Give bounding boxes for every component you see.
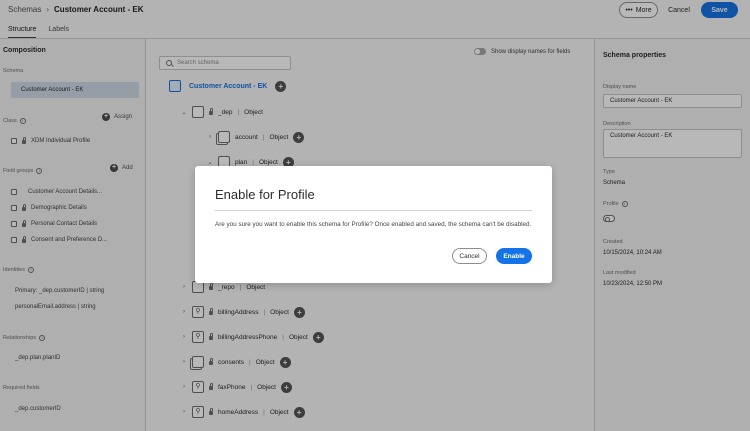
dialog-cancel-button[interactable]: Cancel xyxy=(452,248,487,264)
dialog-message: Are you sure you want to enable this sch… xyxy=(215,221,532,228)
dialog-title: Enable for Profile xyxy=(215,187,315,202)
dialog-enable-button[interactable]: Enable xyxy=(496,248,532,264)
dialog-divider xyxy=(215,210,532,211)
enable-profile-dialog: Enable for Profile Are you sure you want… xyxy=(195,166,552,283)
